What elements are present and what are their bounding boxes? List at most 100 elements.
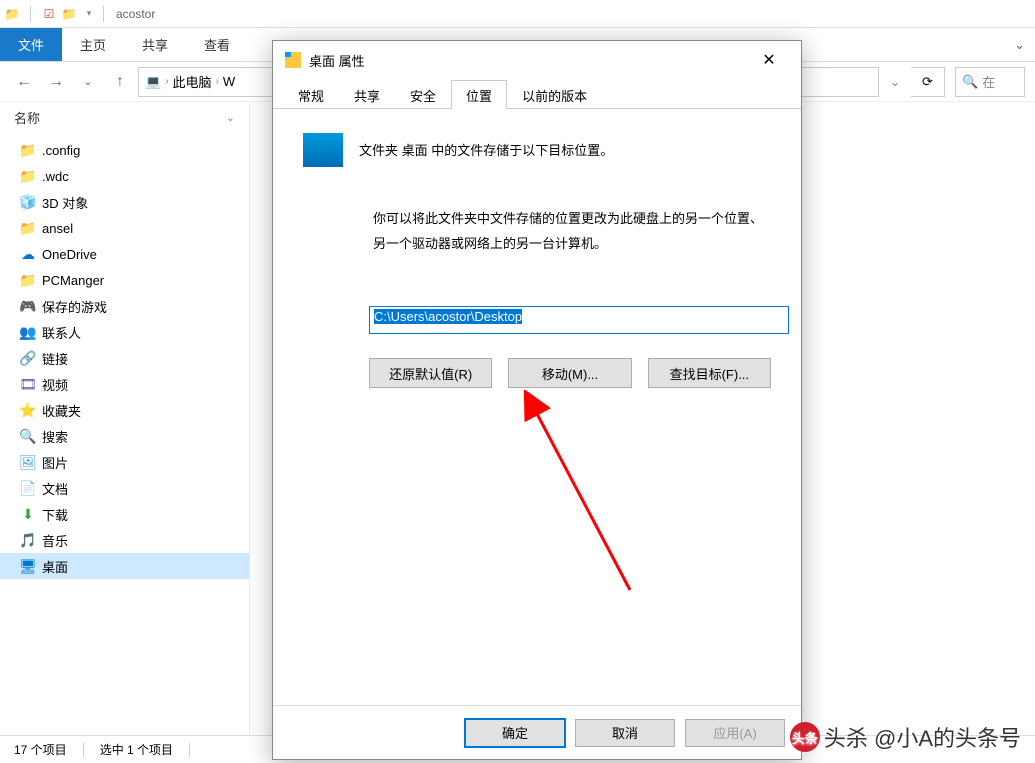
folder-icon: 📁 (61, 6, 77, 22)
status-selected-count: 选中 1 个项目 (100, 741, 173, 758)
list-item[interactable]: 🎞 视频 (0, 371, 249, 397)
list-item[interactable]: 🔍 搜索 (0, 423, 249, 449)
chevron-right-icon: › (216, 76, 219, 87)
list-item[interactable]: 🎵 音乐 (0, 527, 249, 553)
list-item-label: .wdc (42, 169, 69, 184)
list-item-label: 音乐 (42, 531, 68, 550)
chevron-down-icon: ⌄ (226, 111, 235, 124)
close-button[interactable]: ✕ (749, 41, 789, 79)
list-item[interactable]: 🖥 桌面 (0, 553, 249, 579)
folder-icon: 📁 (4, 6, 20, 22)
list-item-label: 视频 (42, 375, 68, 394)
cloud-icon: ☁ (20, 246, 36, 262)
window-title: acostor (116, 7, 155, 21)
qa-dropdown-icon[interactable]: ▾ (81, 6, 97, 22)
desk-icon: 🖥 (20, 558, 36, 574)
box3d-icon: 🧊 (20, 194, 36, 210)
divider (83, 743, 84, 757)
tab-location[interactable]: 位置 (451, 80, 507, 109)
pic-icon: 🖼 (20, 454, 36, 470)
ribbon-collapse-icon[interactable]: ⌄ (1004, 28, 1035, 61)
dialog-title: 桌面 属性 (309, 51, 365, 70)
apply-button[interactable]: 应用(A) (685, 719, 785, 747)
breadcrumb-item[interactable]: W (223, 74, 235, 89)
search-input[interactable]: 🔍 在 (955, 67, 1025, 97)
search-placeholder: 在 (982, 72, 995, 91)
ribbon-tab-share[interactable]: 共享 (124, 28, 186, 61)
address-dropdown-icon[interactable]: ⌄ (883, 67, 907, 97)
list-item-label: 收藏夹 (42, 401, 81, 420)
game-icon: 🎮 (20, 298, 36, 314)
file-list: 📁.config📁.wdc 🧊 3D 对象 📁 ansel ☁OneDrive 📁 PCMan… (0, 133, 249, 583)
pc-icon: 💻 (145, 74, 161, 90)
list-item[interactable]: 🖼图片 (0, 449, 249, 475)
vid-icon: 🎞 (20, 376, 36, 392)
breadcrumb-item[interactable]: 此电脑 (173, 72, 212, 91)
list-item[interactable]: 📁 ansel (0, 215, 249, 241)
list-item-label: PCManger (42, 273, 104, 288)
ok-button[interactable]: 确定 (465, 719, 565, 747)
ribbon-tab-file[interactable]: 文件 (0, 28, 62, 61)
cancel-button[interactable]: 取消 (575, 719, 675, 747)
list-item[interactable]: ⬇ 下载 (0, 501, 249, 527)
list-item[interactable]: 📁 PCManger (0, 267, 249, 293)
music-icon: 🎵 (20, 532, 36, 548)
checkbox-icon[interactable]: ☑ (41, 6, 57, 22)
list-item-label: 文档 (42, 479, 68, 498)
dialog-titlebar[interactable]: 桌面 属性 ✕ (273, 41, 801, 79)
list-item[interactable]: ⭐ 收藏夹 (0, 397, 249, 423)
move-button[interactable]: 移动(M)... (508, 358, 631, 388)
description-text: 你可以将此文件夹中文件存储的位置更改为此硬盘上的另一个位置、另一个驱动器或网络上… (373, 207, 771, 256)
list-item[interactable]: ☁OneDrive (0, 241, 249, 267)
desktop-icon (303, 133, 343, 167)
list-item-label: 下载 (42, 505, 68, 524)
ppl-icon: 👥 (20, 324, 36, 340)
ribbon-tab-view[interactable]: 查看 (186, 28, 248, 61)
star-icon: ⭐ (20, 402, 36, 418)
dl-icon: ⬇ (20, 506, 36, 522)
refresh-button[interactable]: ⟳ (911, 67, 945, 97)
folder-y-icon: 📁 (20, 220, 36, 236)
list-item-label: 桌面 (42, 557, 68, 576)
list-item-label: ansel (42, 221, 73, 236)
info-row: 文件夹 桌面 中的文件存储于以下目标位置。 (303, 133, 771, 167)
list-item-label: 保存的游戏 (42, 297, 107, 316)
list-item-label: 搜索 (42, 427, 68, 446)
list-item[interactable]: 👥联系人 (0, 319, 249, 345)
list-item[interactable]: 🎮 保存的游戏 (0, 293, 249, 319)
path-value: C:\Users\acostor\Desktop (374, 309, 522, 324)
divider (30, 6, 31, 22)
nav-recent-dropdown[interactable]: ⌄ (74, 68, 102, 96)
list-item[interactable]: 📁.config (0, 137, 249, 163)
list-item[interactable]: 📄文档 (0, 475, 249, 501)
file-list-panel: 名称 ⌄ 📁.config📁.wdc🧊3D 对象📁ansel☁OneDrive📁… (0, 102, 250, 735)
watermark: 头条 头杀 @小A的头条号 (790, 721, 1021, 753)
nav-up-button[interactable]: ↑ (106, 68, 134, 96)
find-target-button[interactable]: 查找目标(F)... (648, 358, 771, 388)
restore-default-button[interactable]: 还原默认值(R) (369, 358, 492, 388)
column-header-name[interactable]: 名称 ⌄ (0, 102, 249, 133)
ribbon-tab-home[interactable]: 主页 (62, 28, 124, 61)
column-header-label: 名称 (14, 108, 40, 127)
path-input[interactable]: C:\Users\acostor\Desktop (369, 306, 789, 334)
tab-general[interactable]: 常规 (283, 80, 339, 109)
status-item-count: 17 个项目 (14, 741, 67, 758)
srch-icon: 🔍 (20, 428, 36, 444)
tab-previous-versions[interactable]: 以前的版本 (507, 80, 602, 109)
search-icon: 🔍 (962, 74, 978, 90)
tab-security[interactable]: 安全 (395, 80, 451, 109)
list-item[interactable]: 🔗链接 (0, 345, 249, 371)
list-item-label: 3D 对象 (42, 193, 88, 212)
divider (189, 743, 190, 757)
folder-y-icon: 📁 (20, 272, 36, 288)
list-item[interactable]: 🧊 3D 对象 (0, 189, 249, 215)
chevron-right-icon: › (165, 76, 168, 87)
watermark-text: 头杀 @小A的头条号 (824, 721, 1021, 753)
window-titlebar: 📁 ☑ 📁 ▾ acostor (0, 0, 1035, 28)
quick-access-toolbar: 📁 ☑ 📁 ▾ (4, 6, 97, 22)
nav-forward-button[interactable]: → (42, 68, 70, 96)
list-item[interactable]: 📁.wdc (0, 163, 249, 189)
link-icon: 🔗 (20, 350, 36, 366)
tab-share[interactable]: 共享 (339, 80, 395, 109)
nav-back-button[interactable]: ← (10, 68, 38, 96)
